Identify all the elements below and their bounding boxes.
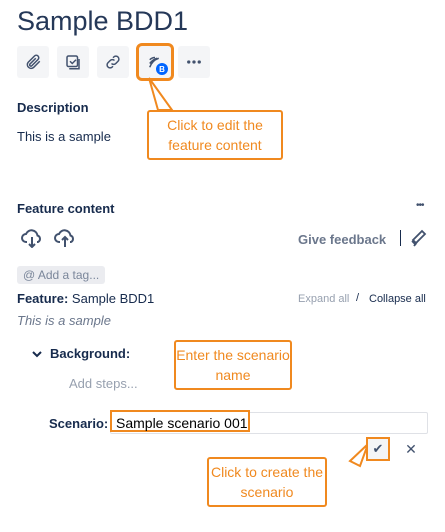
scenario-name-input[interactable]: Sample scenario 001 bbox=[110, 410, 250, 432]
feature-description[interactable]: This is a sample bbox=[17, 313, 111, 328]
edit-feature-callout: Click to edit the feature content bbox=[147, 110, 283, 160]
description-label: Description bbox=[17, 100, 89, 115]
download-feature-button[interactable] bbox=[20, 228, 44, 249]
feature-keyword: Feature: bbox=[17, 291, 69, 306]
more-actions-button[interactable] bbox=[178, 46, 210, 78]
chevron-down-icon bbox=[32, 351, 42, 358]
add-steps-input[interactable]: Add steps... bbox=[69, 376, 138, 391]
scenario-keyword: Scenario: bbox=[49, 416, 109, 431]
cloud-upload-icon bbox=[54, 229, 74, 247]
feedback-megaphone-button[interactable] bbox=[409, 228, 429, 248]
expand-all-link[interactable]: Expand all bbox=[298, 293, 349, 305]
checklist-button[interactable] bbox=[57, 46, 89, 78]
description-text: This is a sample bbox=[17, 129, 111, 144]
link-separator: / bbox=[356, 292, 360, 304]
link-button[interactable] bbox=[97, 46, 129, 78]
cloud-download-icon bbox=[21, 229, 41, 249]
attachment-icon bbox=[26, 54, 41, 70]
feature-name[interactable]: Sample BDD1 bbox=[72, 291, 154, 306]
collapse-all-link[interactable]: Collapse all bbox=[369, 293, 426, 305]
attach-button[interactable] bbox=[17, 46, 49, 78]
feature-line: Feature: Sample BDD1 bbox=[17, 291, 154, 306]
create-scenario-button[interactable]: ✔ bbox=[366, 437, 390, 461]
bdd-badge-icon: B bbox=[156, 63, 168, 75]
give-feedback-link[interactable]: Give feedback bbox=[298, 232, 386, 247]
link-icon bbox=[106, 55, 120, 69]
upload-feature-button[interactable] bbox=[53, 228, 77, 248]
issue-title: Sample BDD1 bbox=[17, 6, 189, 36]
create-callout: Click to create the scenario bbox=[207, 457, 327, 507]
background-keyword: Background: bbox=[50, 346, 131, 361]
checklist-icon bbox=[66, 55, 80, 70]
add-tag-input[interactable]: @ Add a tag... bbox=[17, 266, 106, 284]
background-toggle[interactable] bbox=[31, 347, 43, 359]
cancel-scenario-button[interactable]: ✕ bbox=[402, 440, 420, 458]
feature-more-button[interactable]: ••• bbox=[416, 200, 424, 211]
edit-feature-button[interactable]: B bbox=[136, 43, 174, 81]
megaphone-icon bbox=[411, 229, 427, 247]
feedback-divider bbox=[400, 230, 401, 246]
more-icon bbox=[187, 60, 201, 64]
feature-content-label: Feature content bbox=[17, 201, 115, 216]
enter-name-callout: Enter the scenario name bbox=[174, 340, 292, 390]
